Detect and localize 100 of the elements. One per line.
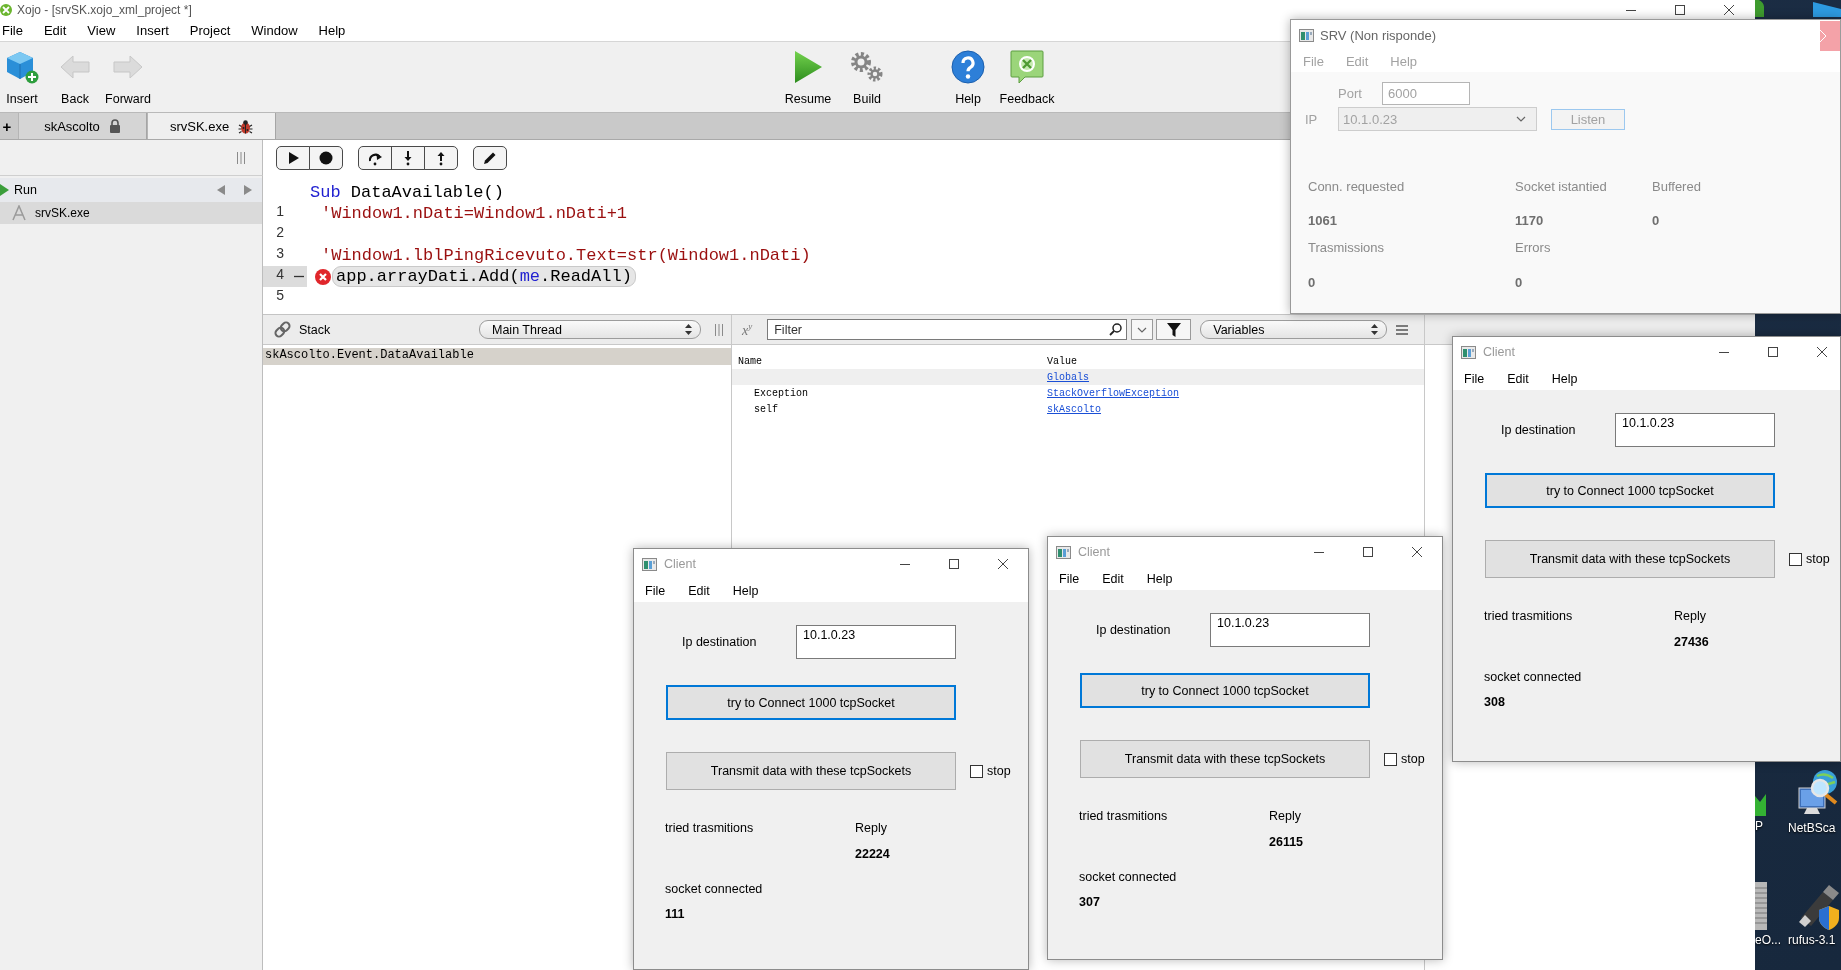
app-icon [11,205,27,221]
checkbox[interactable] [1789,552,1802,566]
variable-name: Exception [754,387,808,399]
menu-item[interactable]: File [645,583,666,598]
line-number: 4 [263,266,293,287]
funnel-icon [1166,322,1181,337]
resume-button[interactable] [276,146,310,170]
filter-button[interactable] [1156,319,1192,340]
menu-item[interactable]: File [2,23,23,38]
play-icon [793,50,823,84]
maximize-button[interactable] [1675,5,1685,15]
toolbar-button[interactable]: Feedback [1000,42,1054,106]
step-out-button[interactable] [424,146,458,170]
edit-button[interactable] [473,146,507,170]
stat-label: Socket istantied [1515,178,1607,194]
variable-row[interactable]: Globals [732,369,1424,385]
menu-item[interactable]: View [87,23,116,38]
menu-item[interactable]: Edit [1102,571,1124,586]
right-arrow-icon[interactable] [244,185,252,195]
close-button[interactable] [1724,5,1734,15]
filter-field[interactable]: Filter [767,319,1128,340]
variable-link[interactable]: skAscolto [1047,403,1101,415]
checkbox[interactable] [970,764,983,778]
ip-field[interactable]: 10.1.0.23 [1210,613,1370,647]
checkbox-label[interactable]: stop [1806,552,1830,566]
step-over-button[interactable] [358,146,392,170]
stat-label: socket connected [1079,870,1177,884]
toolbar-button[interactable]: Help [941,42,995,106]
variable-row[interactable]: Exception StackOverflowException [732,385,1424,401]
menu-item[interactable]: Edit [43,23,67,38]
desktop-icon-label: P [1755,819,1763,833]
tab[interactable]: skAscolto [18,113,147,139]
close-button[interactable] [1412,547,1422,557]
checkbox[interactable] [1384,752,1397,766]
grip-icon[interactable] [236,151,246,164]
stop-button[interactable] [309,146,343,170]
menu-item[interactable]: Edit [1507,371,1529,386]
new-tab-button[interactable]: + [0,113,14,139]
code-line: Sub DataAvailable() [310,183,504,202]
thread-dropdown[interactable]: Main Thread [479,320,701,339]
stat-label: Buffered [1652,178,1701,194]
field-label: Ip destination [682,635,757,649]
connect-button[interactable]: try to Connect 1000 tcpSocket [1485,473,1775,508]
stat-label: socket connected [1484,670,1582,684]
format-button[interactable]: x$^{y}$ [742,320,753,339]
transmit-button[interactable]: Transmit data with these tcpSockets [1485,540,1775,578]
menu-item[interactable]: Help [1146,571,1173,586]
maximize-button[interactable] [1768,347,1778,357]
grip-icon[interactable] [714,323,724,336]
ip-field[interactable]: 10.1.0.23 [1615,413,1775,447]
tab[interactable]: srvSK.exe [147,113,276,139]
menu-item[interactable]: File [1059,571,1080,586]
menu-item[interactable]: Help [732,583,759,598]
step-into-button[interactable] [391,146,425,170]
stat-value: 1170 [1515,212,1544,228]
play-icon [0,184,9,196]
toolbar-button[interactable]: Build [840,42,894,106]
stat-label: tried trasmitions [1079,809,1168,823]
menu-icon[interactable] [1396,324,1409,335]
stat-label: tried trasmitions [1484,609,1573,623]
toolbar-button[interactable]: Insert [0,42,44,106]
window-title: Client [1483,345,1515,359]
navigator-item[interactable]: srvSK.exe [0,202,262,224]
chevron-down-icon [1516,116,1526,122]
close-button[interactable] [1817,347,1827,357]
stat-label: Trasmissions [1308,239,1385,255]
connect-button[interactable]: try to Connect 1000 tcpSocket [666,685,956,720]
menu-item[interactable]: Project [189,23,231,38]
menu-item[interactable]: Window [251,23,298,38]
chevron-down-icon [1137,326,1148,333]
maximize-button[interactable] [1363,547,1373,557]
menu-item[interactable]: Insert [136,23,169,38]
ip-field[interactable]: 10.1.0.23 [796,625,956,659]
menu-item[interactable]: Help [318,23,346,38]
maximize-button[interactable] [949,559,959,569]
scope-dropdown[interactable]: Variables [1200,320,1388,339]
toolbar-button[interactable]: Resume [781,42,835,106]
stat-value: 308 [1484,695,1505,709]
checkbox-label[interactable]: stop [987,764,1011,778]
menu-item[interactable]: File [1464,371,1485,386]
dropdown-button[interactable] [1131,319,1154,340]
variable-row[interactable]: self skAscolto [732,401,1424,417]
stat-label: Errors [1515,239,1551,255]
transmit-button[interactable]: Transmit data with these tcpSockets [666,752,956,790]
menu-item[interactable]: Edit [688,583,710,598]
stack-frame[interactable]: skAscolto.Event.DataAvailable [263,348,731,365]
transmit-button[interactable]: Transmit data with these tcpSockets [1080,740,1370,778]
stat-value: 0 [1308,274,1316,290]
code-line: app.arrayDati.Add(me.ReadAll) [332,266,636,287]
left-arrow-icon[interactable] [217,185,225,195]
close-button[interactable] [998,559,1008,569]
variable-link[interactable]: Globals [1047,371,1089,383]
menu-item[interactable]: Help [1551,371,1578,386]
updown-arrows-icon [685,324,692,335]
connect-button[interactable]: try to Connect 1000 tcpSocket [1080,673,1370,708]
stat-value: 0 [1652,212,1660,228]
variable-link[interactable]: StackOverflowException [1047,387,1180,399]
checkbox-label[interactable]: stop [1401,752,1425,766]
window-title: Client [1078,545,1110,559]
desktop-icon-label: rufus-3.1 [1788,933,1836,947]
